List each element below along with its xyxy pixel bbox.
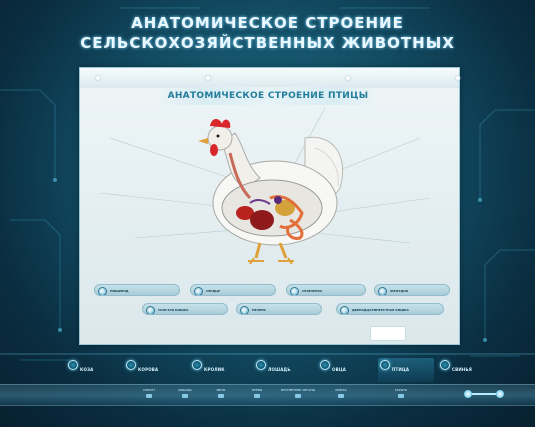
toolbar-item-label: СКРЫТЬ — [394, 388, 408, 392]
label-text: СЕЛЕЗЕНКА — [302, 289, 323, 293]
nav-ring-icon — [440, 360, 450, 370]
toolbar-item-lymph[interactable]: ЛИМФА — [324, 386, 358, 402]
slider-knob-right-icon[interactable] — [496, 390, 504, 398]
label-bullet-icon — [146, 306, 155, 314]
toolbar-icon — [182, 394, 188, 398]
app-title-line-1: АНАТОМИЧЕСКОЕ СТРОЕНИЕ — [131, 14, 404, 32]
nav-item-label: КРОЛИК — [204, 367, 225, 372]
toolbar-icon — [398, 394, 404, 398]
toolbar-item-skeleton[interactable]: СКЕЛЕТ — [132, 386, 166, 402]
app-title-line-2: СЕЛЬСКОХОЗЯЙСТВЕННЫХ ЖИВОТНЫХ — [80, 34, 455, 52]
toolbar-icon — [338, 394, 344, 398]
label-bullet-icon — [98, 287, 107, 295]
nav-item-horse[interactable]: ЛОШАДЬ — [254, 358, 310, 382]
label-text: ТОЛСТАЯ КИШКА — [158, 308, 189, 312]
label-bullet-icon — [378, 287, 387, 295]
toolbar-icon — [295, 394, 301, 398]
label-bullet-icon — [290, 287, 299, 295]
chicken-anatomy-illustration — [198, 119, 344, 265]
nav-ring-icon — [126, 360, 136, 370]
nav-ring-icon — [380, 360, 390, 370]
nav-item-label: ПТИЦА — [392, 367, 410, 372]
toolbar-item-hide[interactable]: СКРЫТЬ — [384, 386, 418, 402]
toolbar-icon — [146, 394, 152, 398]
toolbar-item-label: ВЕНЫ — [216, 388, 226, 392]
nav-item-label: КОРОВА — [138, 367, 159, 372]
nav-item-label: ЛОШАДЬ — [268, 367, 291, 372]
audio-slider[interactable] — [462, 388, 506, 400]
label-heart[interactable]: СЕРДЦЕ — [190, 284, 276, 296]
label-stomach[interactable]: ЖЕЛУДОК — [374, 284, 450, 296]
nav-ring-icon — [192, 360, 202, 370]
slider-track — [469, 393, 499, 395]
toolbar-item-nerves[interactable]: НЕРВЫ — [240, 386, 274, 402]
toolbar-item-internal-organs[interactable]: ВНУТРЕННИЕ ОРГАНЫ — [276, 386, 320, 402]
toolbar-item-label: НЕРВЫ — [251, 388, 263, 392]
label-text: ЖЕЛУДОК — [390, 289, 409, 293]
toolbar-item-veins[interactable]: ВЕНЫ — [204, 386, 238, 402]
nav-ring-icon — [320, 360, 330, 370]
label-text: ДВЕНАДЦАТИПЕРСТНАЯ КИШКА — [352, 308, 409, 312]
slider-knob-left-icon[interactable] — [464, 390, 472, 398]
nav-item-bird[interactable]: ПТИЦА — [378, 358, 434, 382]
toolbar-item-label: ЛИМФА — [335, 388, 347, 392]
label-text: ПЕЧЕНЬ — [252, 308, 266, 312]
nav-ring-icon — [256, 360, 266, 370]
label-large-intestine[interactable]: ТОЛСТАЯ КИШКА — [142, 303, 228, 315]
label-esophagus[interactable]: ПИЩЕВОД — [94, 284, 180, 296]
label-bullet-icon — [340, 306, 349, 314]
animal-nav: КОЗА КОРОВА КРОЛИК ЛОШАДЬ ОВЦА ПТИЦА СВИ… — [66, 358, 486, 382]
label-bullet-icon — [194, 287, 203, 295]
nav-item-rabbit[interactable]: КРОЛИК — [190, 358, 246, 382]
nav-item-goat[interactable]: КОЗА — [66, 358, 118, 382]
nav-item-pig[interactable]: СВИНЬЯ — [438, 358, 486, 382]
label-text: СЕРДЦЕ — [206, 289, 220, 293]
label-bullet-icon — [240, 306, 249, 314]
content-panel: АНАТОМИЧЕСКОЕ СТРОЕНИЕ ПТИЦЫ ПИЩЕВОД СЕР… — [79, 67, 460, 345]
toolbar-item-label: СКЕЛЕТ — [142, 388, 156, 392]
nav-item-label: КОЗА — [80, 367, 94, 372]
toolbar-icon — [254, 394, 260, 398]
label-text: ПИЩЕВОД — [110, 289, 129, 293]
nav-item-sheep[interactable]: ОВЦА — [318, 358, 370, 382]
label-duodenum[interactable]: ДВЕНАДЦАТИПЕРСТНАЯ КИШКА — [336, 303, 444, 315]
toolbar-item-label: МЫШЦЫ — [178, 388, 192, 392]
label-liver[interactable]: ПЕЧЕНЬ — [236, 303, 322, 315]
nav-item-label: СВИНЬЯ — [452, 367, 473, 372]
nav-item-cow[interactable]: КОРОВА — [124, 358, 180, 382]
info-box — [370, 326, 406, 341]
label-spleen[interactable]: СЕЛЕЗЕНКА — [286, 284, 366, 296]
nav-item-label: ОВЦА — [332, 367, 347, 372]
toolbar-icon — [218, 394, 224, 398]
toolbar-item-muscles[interactable]: МЫШЦЫ — [168, 386, 202, 402]
toolbar-item-label: ВНУТРЕННИЕ ОРГАНЫ — [280, 388, 316, 392]
nav-ring-icon — [68, 360, 78, 370]
